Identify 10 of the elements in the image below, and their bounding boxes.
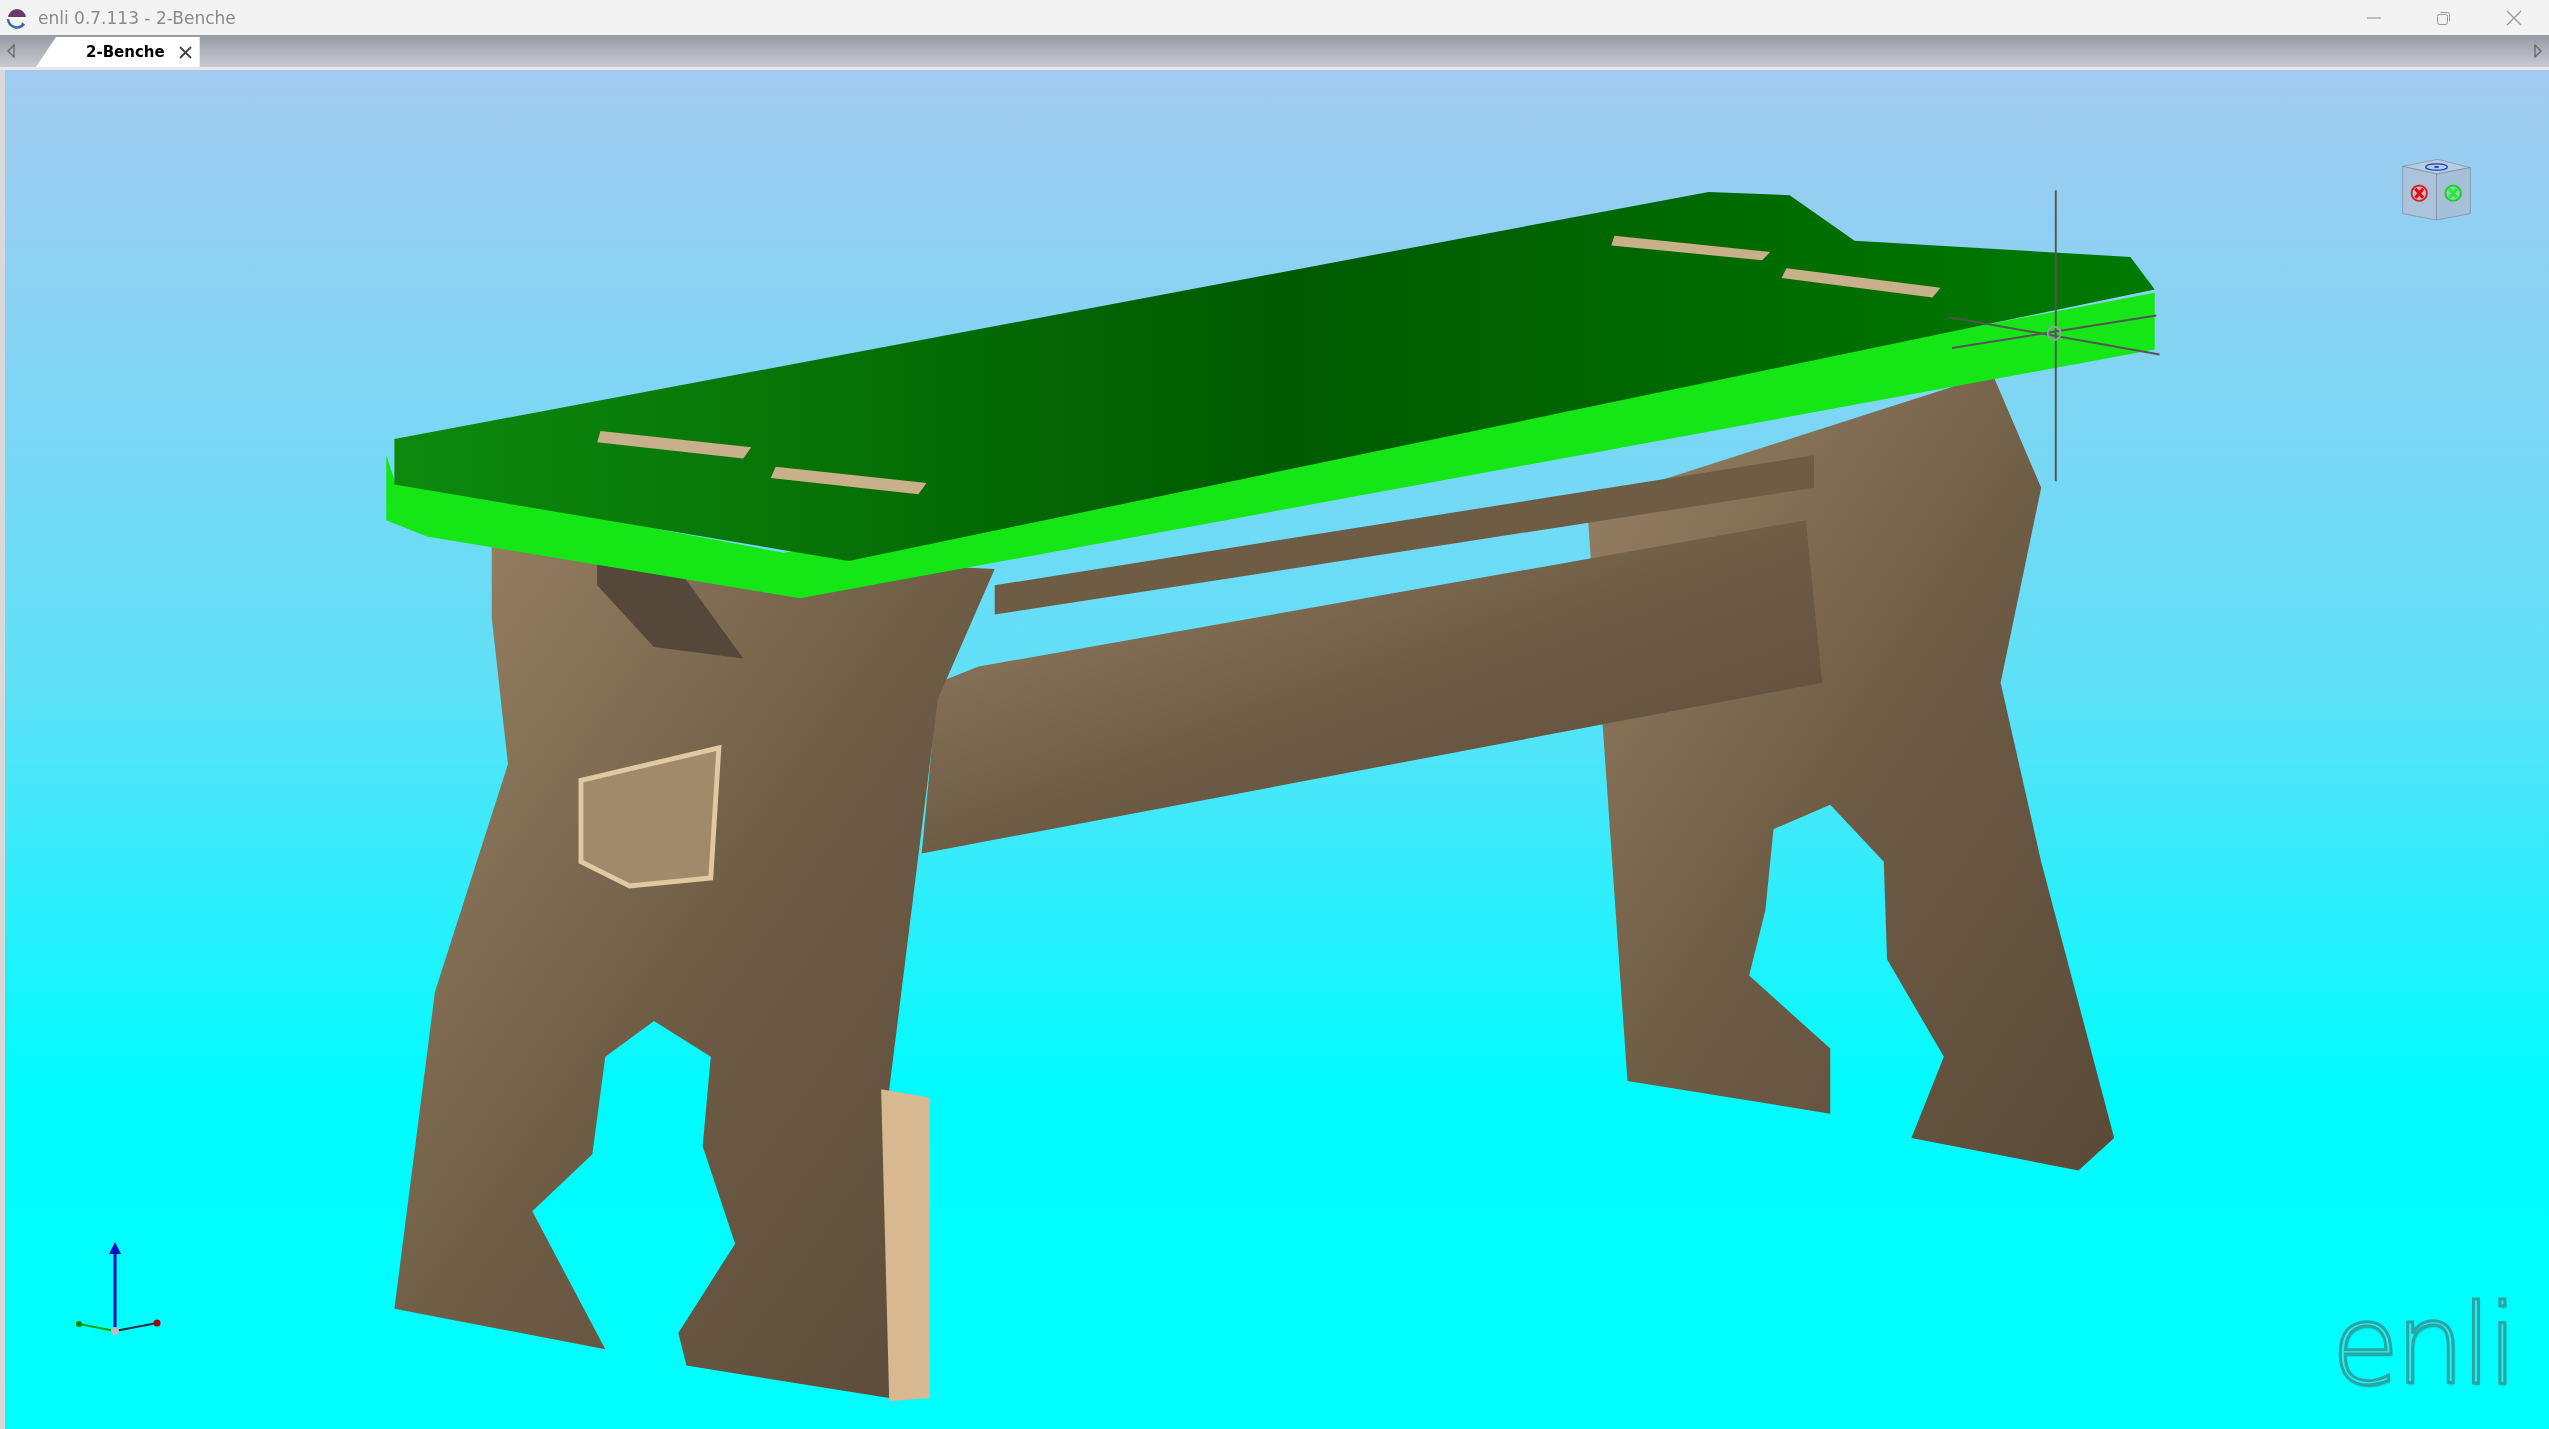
logo-text: enli — [2331, 1281, 2514, 1409]
minimize-icon — [2366, 16, 2382, 19]
scroll-left-icon[interactable] — [6, 44, 16, 58]
window-title: enli 0.7.113 - 2-Benche — [38, 7, 237, 28]
crosshair-icon — [1947, 189, 2161, 483]
close-icon — [2505, 8, 2523, 27]
scroll-right-icon[interactable] — [2533, 44, 2543, 58]
close-tab-icon[interactable] — [178, 45, 192, 59]
document-tab[interactable]: 2-Benche — [36, 37, 200, 67]
restore-icon — [2436, 9, 2452, 26]
